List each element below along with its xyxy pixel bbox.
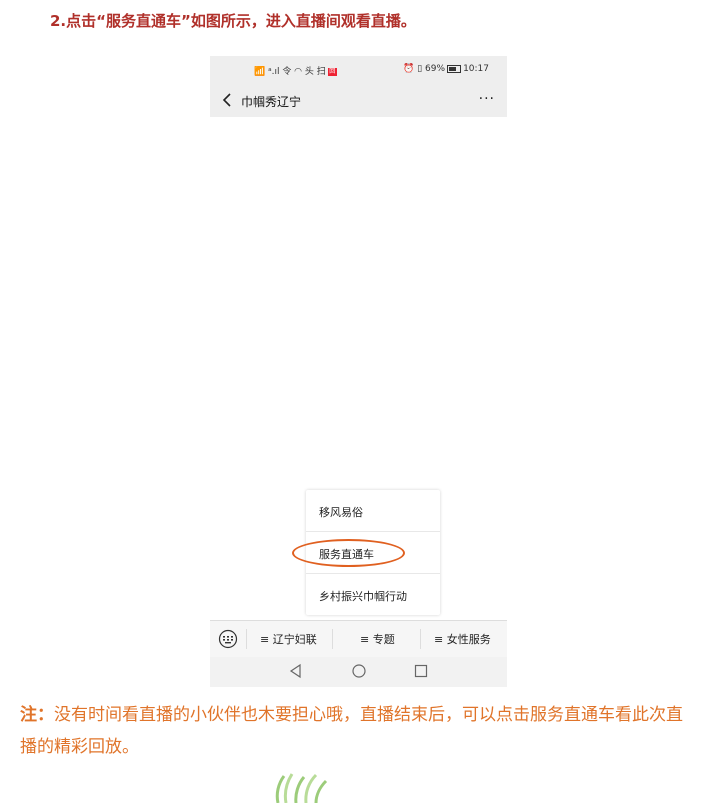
keyboard-icon[interactable] [218, 629, 238, 649]
divider [420, 629, 421, 649]
bottom-menu-bar: ≡ 辽宁妇联 ≡ 专题 ≡ 女性服务 [210, 620, 507, 657]
popup-item-乡村振兴[interactable]: 乡村振兴巾帼行动 [306, 574, 440, 615]
clock: 10:17 [463, 64, 489, 74]
status-icons: 📶 ᵃ.ıl 令 ◠ 头 扫 [254, 67, 326, 77]
back-arrow-icon[interactable] [218, 90, 238, 110]
popup-item-label: 乡村振兴巾帼行动 [319, 590, 407, 603]
note-label: 注： [20, 705, 54, 725]
divider [332, 629, 333, 649]
battery-label: ⏰ ▯ 69% [403, 64, 446, 74]
system-nav-bar [210, 657, 507, 687]
status-right: ⏰ ▯ 69% 10:17 [403, 64, 489, 74]
highlight-circle [292, 539, 405, 567]
more-icon[interactable]: ··· [479, 91, 495, 107]
popup-item-label: 移风易俗 [319, 506, 363, 519]
menu-专题[interactable]: ≡ 专题 [360, 631, 395, 647]
nav-title: 巾帼秀辽宁 [241, 95, 302, 109]
note-text: 没有时间看直播的小伙伴也木要担心哦，直播结束后，可以点击服务直通车看此次直播的精… [20, 705, 683, 757]
note-paragraph: 注：没有时间看直播的小伙伴也木要担心哦，直播结束后，可以点击服务直通车看此次直播… [20, 699, 690, 763]
recents-square-icon[interactable] [413, 663, 429, 679]
status-left: 📶 ᵃ.ıl 令 ◠ 头 扫回 [254, 64, 337, 77]
status-bar: 📶 ᵃ.ıl 令 ◠ 头 扫回 ⏰ ▯ 69% 10:17 [210, 56, 507, 84]
battery-icon [447, 64, 462, 73]
menu-女性服务[interactable]: ≡ 女性服务 [434, 631, 491, 647]
popup-item-移风易俗[interactable]: 移风易俗 [306, 490, 440, 532]
heading: 2.点击“服务直通车”如图所示，进入直播间观看直播。 [50, 12, 416, 30]
grass-icon [275, 773, 328, 803]
divider [246, 629, 247, 649]
phone-screenshot: 📶 ᵃ.ıl 令 ◠ 头 扫回 ⏰ ▯ 69% 10:17 巾帼秀辽宁 ··· 移… [210, 56, 507, 687]
status-badge: 回 [327, 67, 337, 76]
home-circle-icon[interactable] [351, 663, 367, 679]
back-triangle-icon[interactable] [288, 663, 304, 679]
nav-bar: 巾帼秀辽宁 ··· [210, 84, 507, 117]
menu-辽宁妇联[interactable]: ≡ 辽宁妇联 [260, 631, 317, 647]
